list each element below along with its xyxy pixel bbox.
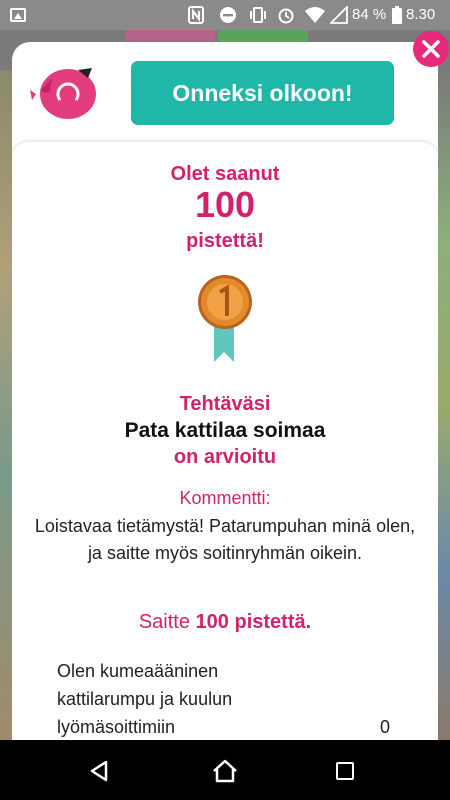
points-summary: Saitte 100 pistettä. xyxy=(12,611,438,634)
home-button[interactable] xyxy=(212,759,238,783)
do-not-disturb-icon xyxy=(219,6,237,29)
answer-row-text: Olen kumeaääninen kattilarumpu ja kuulun… xyxy=(57,661,233,737)
navigation-bar xyxy=(0,740,450,800)
medal-icon xyxy=(194,272,256,364)
close-icon xyxy=(422,40,440,58)
congratulations-banner: Onneksi olkoon! xyxy=(131,61,394,125)
battery-icon xyxy=(392,6,402,29)
signal-icon xyxy=(328,4,348,29)
result-card: Olet saanut 100 pistettä! Tehtäväsi Pata… xyxy=(12,142,438,752)
nfc-icon xyxy=(188,6,204,29)
battery-percent: 84 % xyxy=(352,6,387,23)
task-status: on arvioitu xyxy=(173,446,277,468)
task-heading: Tehtäväsi xyxy=(179,393,271,415)
score-unit: pistettä! xyxy=(186,230,264,252)
task-name: Pata kattilaa soimaa xyxy=(124,419,326,442)
recent-apps-button[interactable] xyxy=(336,762,354,780)
gallery-notification-icon xyxy=(10,8,26,22)
wifi-icon xyxy=(305,6,325,29)
score-points: 100 xyxy=(194,184,256,225)
bird-mascot-icon xyxy=(30,64,100,120)
result-dialog: Onneksi olkoon! Olet saanut 100 pistettä… xyxy=(12,42,438,752)
vibrate-icon xyxy=(248,6,268,29)
back-button[interactable] xyxy=(88,760,110,782)
points-value: 100 pistettä. xyxy=(195,611,312,633)
clock: 8.30 xyxy=(406,6,436,23)
score-intro: Olet saanut xyxy=(170,163,280,185)
status-bar: 84 % 8.30 xyxy=(0,0,450,30)
home-icon xyxy=(213,759,237,783)
comment-text: Loistavaa tietämystä! Patarumpuhan minä … xyxy=(34,516,416,563)
back-triangle-icon xyxy=(90,760,108,782)
alarm-icon xyxy=(277,6,295,29)
background-edge-right xyxy=(436,70,450,740)
close-button[interactable] xyxy=(413,31,449,67)
points-prefix: Saitte xyxy=(138,611,190,633)
comment-label: Kommentti: xyxy=(179,488,271,508)
answer-row-value: 0 xyxy=(380,717,391,737)
